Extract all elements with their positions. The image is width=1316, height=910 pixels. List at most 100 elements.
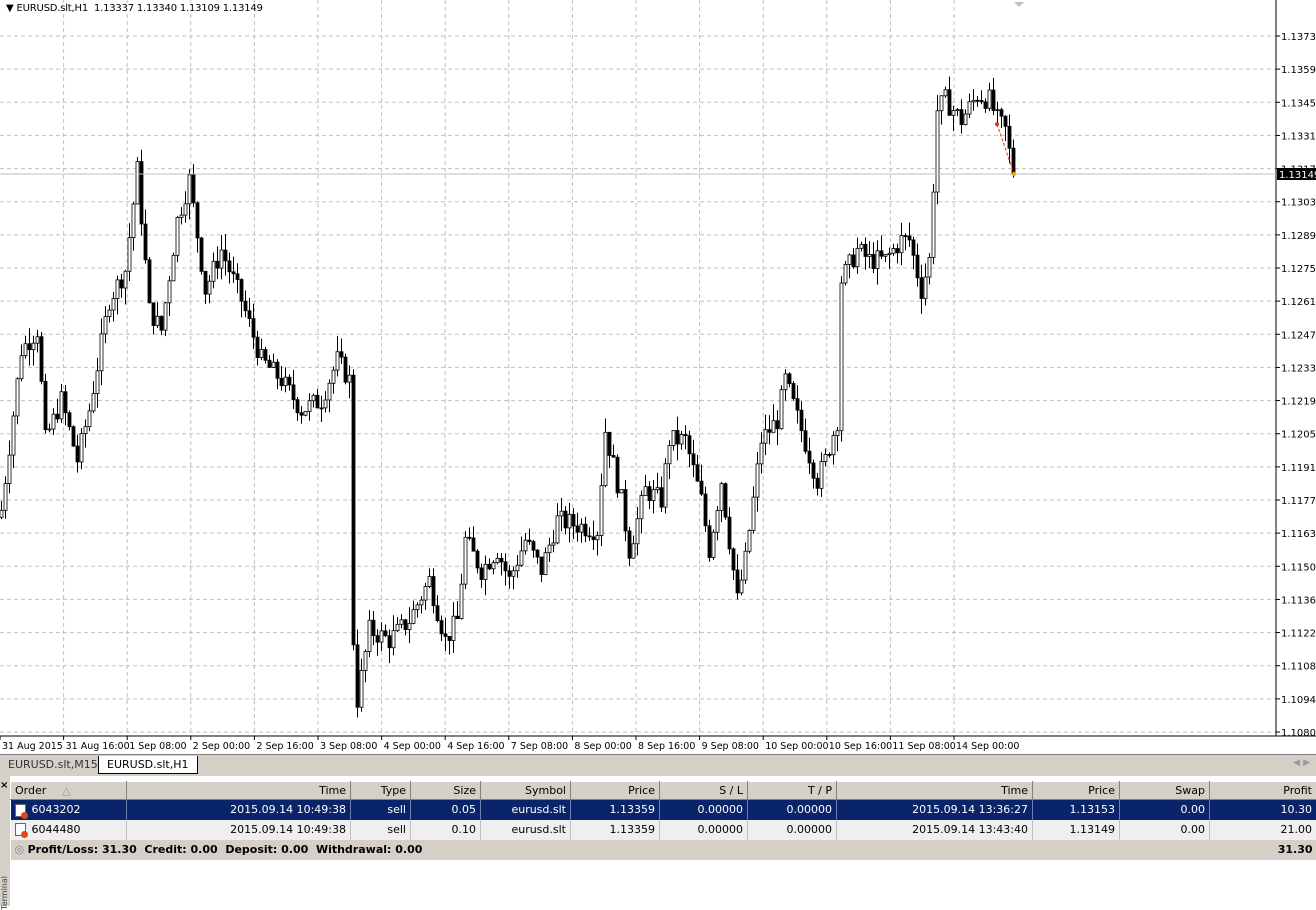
candle	[488, 564, 491, 568]
candle	[396, 624, 399, 630]
candle	[0, 510, 3, 517]
cell-value: 0.00	[1181, 803, 1206, 816]
table-cell: 6043202	[11, 800, 127, 820]
column-label: T / P	[808, 784, 832, 797]
candle	[620, 489, 623, 492]
close-icon[interactable]: ×	[0, 780, 8, 791]
trade-table: Order△TimeTypeSizeSymbolPriceS / LT / PT…	[10, 781, 1316, 860]
y-tick-label: 1.11500	[1281, 562, 1316, 573]
column-header-price[interactable]: Price	[571, 782, 660, 800]
summary-dot-icon: ◎	[15, 843, 28, 856]
candle	[812, 463, 815, 478]
candle	[1008, 126, 1011, 148]
chart-symbol: EURUSD.slt,H1	[16, 3, 88, 14]
candle	[460, 584, 463, 618]
candle	[876, 251, 879, 269]
candle	[356, 645, 359, 707]
x-tick-label: 3 Sep 08:00	[320, 741, 377, 752]
candle	[96, 371, 99, 394]
candle	[968, 102, 971, 114]
x-tick-label: 31 Aug 16:00	[66, 741, 130, 752]
table-cell: sell	[351, 800, 411, 820]
candle	[380, 631, 383, 642]
table-cell: 2015.09.14 13:36:27	[837, 800, 1033, 820]
candle	[744, 551, 747, 580]
chart-tabs: EURUSD.slt,M15 EURUSD.slt,H1 ◀ ▶	[0, 754, 1316, 774]
column-header-order[interactable]: Order△	[11, 782, 127, 800]
y-tick-label: 1.12755	[1281, 264, 1316, 275]
table-cell: 10.30	[1210, 800, 1316, 820]
candle	[164, 303, 167, 330]
column-header-swap-close[interactable]: Swap	[1120, 782, 1210, 800]
candle	[516, 565, 519, 571]
table-row[interactable]: 60444802015.09.14 10:49:38sell0.10eurusd…	[11, 820, 1316, 840]
candle	[184, 204, 187, 215]
column-header-symbol[interactable]: Symbol	[481, 782, 571, 800]
cell-value: eurusd.slt	[511, 823, 566, 836]
candle	[552, 543, 555, 545]
tab-eurusd-m15[interactable]: EURUSD.slt,M15	[0, 756, 106, 774]
tab-scroll-arrows-icon[interactable]: ◀ ▶	[1293, 758, 1310, 768]
cell-value: 21.00	[1281, 823, 1313, 836]
candle	[284, 377, 287, 385]
candle	[604, 432, 607, 485]
x-tick-label: 10 Sep 16:00	[829, 741, 892, 752]
candle	[708, 526, 711, 558]
candle	[496, 558, 499, 562]
candle	[940, 96, 943, 111]
candle	[520, 551, 523, 565]
tab-eurusd-h1[interactable]: EURUSD.slt,H1	[98, 756, 198, 774]
candle	[464, 537, 467, 584]
table-row[interactable]: 60432022015.09.14 10:49:38sell0.05eurusd…	[11, 800, 1316, 820]
candle	[792, 384, 795, 399]
candle	[992, 90, 995, 110]
candle	[132, 204, 135, 238]
column-header-size[interactable]: Size	[411, 782, 481, 800]
candle	[332, 370, 335, 383]
candle	[900, 236, 903, 253]
candle	[400, 620, 403, 625]
column-header-time[interactable]: Time	[127, 782, 351, 800]
y-tick-label: 1.10940	[1281, 695, 1316, 706]
price-chart[interactable]: 1.137301.135901.134501.133101.131701.130…	[0, 0, 1316, 754]
candle	[404, 620, 407, 630]
candle	[504, 562, 507, 571]
cell-value: 0.00000	[787, 823, 833, 836]
candle	[268, 360, 271, 367]
column-header-sl[interactable]: S / L	[660, 782, 748, 800]
candle	[468, 537, 471, 538]
candle	[592, 537, 595, 540]
table-cell: eurusd.slt	[481, 800, 571, 820]
candle	[840, 283, 843, 431]
y-tick-label: 1.11915	[1281, 463, 1316, 474]
candle	[948, 90, 951, 116]
candle	[196, 203, 199, 238]
column-header-tp[interactable]: T / P	[748, 782, 837, 800]
candle	[916, 255, 919, 277]
candle	[12, 416, 15, 455]
x-tick-label: 8 Sep 00:00	[574, 741, 631, 752]
candle	[892, 249, 895, 254]
candlestick-chart[interactable]: 1.137301.135901.134501.133101.131701.130…	[0, 0, 1316, 754]
candle	[808, 451, 811, 463]
column-label: Order	[15, 784, 46, 797]
candle	[804, 431, 807, 452]
candle	[532, 542, 535, 551]
candle	[616, 457, 619, 493]
candle	[388, 636, 391, 648]
candle	[292, 385, 295, 400]
candle	[788, 374, 791, 384]
candle	[476, 551, 479, 568]
column-header-type[interactable]: Type	[351, 782, 411, 800]
column-header-profit-close[interactable]: Profit	[1210, 782, 1316, 800]
candle	[412, 610, 415, 624]
candle	[988, 90, 991, 108]
table-cell: 0.00000	[748, 820, 837, 840]
candle	[672, 430, 675, 445]
candle	[944, 90, 947, 96]
column-header-price-close[interactable]: Price	[1033, 782, 1120, 800]
column-header-time-close[interactable]: Time	[837, 782, 1033, 800]
dropdown-triangle-icon[interactable]: ▼	[6, 3, 16, 14]
y-tick-label: 1.10800	[1281, 728, 1316, 739]
y-tick-label: 1.12615	[1281, 297, 1316, 308]
